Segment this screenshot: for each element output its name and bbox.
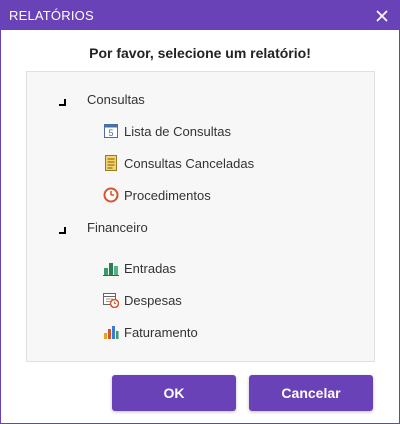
bar-chart-color-icon	[103, 324, 119, 340]
tree-item-label: Procedimentos	[124, 187, 211, 203]
tree-item-procedimentos[interactable]: Procedimentos	[103, 186, 211, 204]
collapse-toggle-icon[interactable]	[59, 222, 69, 234]
tree-item-label: Despesas	[124, 292, 182, 308]
tree-group-label[interactable]: Consultas	[87, 92, 145, 107]
clock-icon	[103, 187, 119, 203]
ok-button[interactable]: OK	[112, 375, 236, 411]
calendar-5-icon: 5	[103, 123, 119, 139]
tree-item-faturamento[interactable]: Faturamento	[103, 323, 198, 341]
document-list-icon	[103, 155, 119, 171]
svg-text:5: 5	[108, 128, 113, 138]
tree-item-label: Faturamento	[124, 324, 198, 340]
close-icon[interactable]	[373, 7, 391, 25]
tree-item-label: Consultas Canceladas	[124, 155, 255, 171]
reports-dialog: RELATÓRIOS Por favor, selecione um relat…	[0, 0, 400, 424]
tree-item-label: Entradas	[124, 260, 177, 276]
reports-tree: Consultas 5 Lista de Consultas Consultas…	[26, 71, 375, 362]
dialog-title: RELATÓRIOS	[9, 8, 94, 23]
tree-group-label[interactable]: Financeiro	[87, 220, 148, 235]
dialog-titlebar: RELATÓRIOS	[1, 1, 399, 30]
collapse-toggle-icon[interactable]	[59, 94, 69, 106]
cancel-button[interactable]: Cancelar	[249, 375, 373, 411]
tree-item-entradas[interactable]: Entradas	[103, 259, 176, 277]
bar-chart-green-icon	[103, 260, 119, 276]
tree-item-consultas-canceladas[interactable]: Consultas Canceladas	[103, 154, 254, 172]
tree-item-label: Lista de Consultas	[124, 123, 231, 139]
dialog-heading: Por favor, selecione um relatório!	[89, 45, 311, 61]
tree-item-lista-de-consultas[interactable]: 5 Lista de Consultas	[103, 122, 231, 140]
calendar-clock-icon	[103, 292, 120, 309]
tree-item-despesas[interactable]: Despesas	[103, 291, 182, 309]
